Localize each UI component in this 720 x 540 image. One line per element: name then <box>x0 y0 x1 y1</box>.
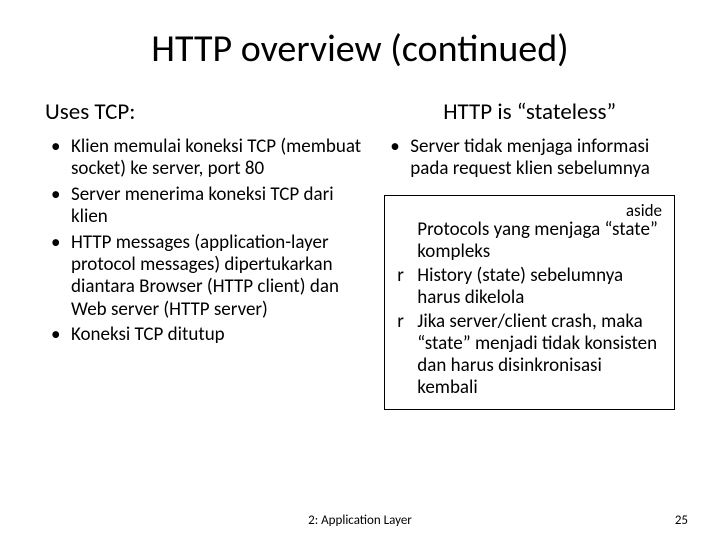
right-bullet-list: Server tidak menjaga informasi pada requ… <box>384 136 675 181</box>
list-item: Server menerima koneksi TCP dari klien <box>45 184 366 229</box>
two-column-layout: Uses TCP: Klien memulai koneksi TCP (mem… <box>45 98 675 410</box>
aside-box: aside Protocols yang menjaga “state” kom… <box>384 195 675 410</box>
left-bullet-list: Klien memulai koneksi TCP (membuat socke… <box>45 136 366 347</box>
slide-title: HTTP overview (continued) <box>45 26 675 72</box>
slide: HTTP overview (continued) Uses TCP: Klie… <box>0 0 720 540</box>
aside-label: aside <box>395 202 662 219</box>
list-item: Server tidak menjaga informasi pada requ… <box>384 136 675 181</box>
list-item: History (state) sebelumnya harus dikelol… <box>395 265 664 309</box>
right-column: HTTP is “stateless” Server tidak menjaga… <box>384 98 675 410</box>
aside-point-list: History (state) sebelumnya harus dikelol… <box>395 265 664 399</box>
left-subheading: Uses TCP: <box>45 98 366 126</box>
footer-page-number: 25 <box>675 513 688 528</box>
right-subheading: HTTP is “stateless” <box>384 98 675 126</box>
footer-center-text: 2: Application Layer <box>308 513 412 528</box>
slide-footer: 2: Application Layer 25 <box>0 513 720 528</box>
list-item: Jika server/client crash, maka “state” m… <box>395 311 664 399</box>
left-column: Uses TCP: Klien memulai koneksi TCP (mem… <box>45 98 366 410</box>
list-item: Klien memulai koneksi TCP (membuat socke… <box>45 136 366 181</box>
list-item: HTTP messages (application-layer protoco… <box>45 232 366 322</box>
aside-lead-text: Protocols yang menjaga “state” kompleks <box>395 219 664 263</box>
list-item: Koneksi TCP ditutup <box>45 324 366 346</box>
